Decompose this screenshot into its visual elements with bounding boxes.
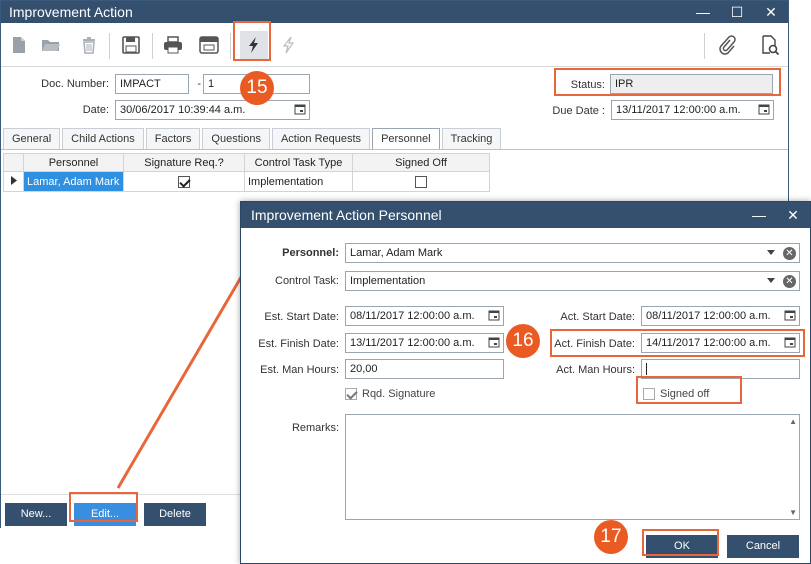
act-start-date-field[interactable]: 08/11/2017 12:00:00 a.m. xyxy=(641,306,800,326)
personnel-dropdown[interactable]: Lamar, Adam Mark ✕ xyxy=(345,243,800,263)
est-start-date-value: 08/11/2017 12:00:00 a.m. xyxy=(350,310,475,322)
clear-icon[interactable]: ✕ xyxy=(783,275,796,288)
dropdown-arrow-icon[interactable] xyxy=(767,278,775,283)
personnel-value: Lamar, Adam Mark xyxy=(350,247,443,259)
rqd-signature-label: Rqd. Signature xyxy=(362,388,436,400)
dialog-minimize-button[interactable]: — xyxy=(742,207,776,223)
calendar-icon[interactable] xyxy=(488,309,500,321)
est-start-date-field[interactable]: 08/11/2017 12:00:00 a.m. xyxy=(345,306,504,326)
step-badge-15: 15 xyxy=(240,71,274,105)
control-task-dropdown[interactable]: Implementation ✕ xyxy=(345,271,800,291)
cancel-button[interactable]: Cancel xyxy=(727,535,799,558)
est-man-hours-label: Est. Man Hours: xyxy=(260,364,339,376)
est-start-date-label: Est. Start Date: xyxy=(264,311,339,323)
highlight-signed-off xyxy=(636,376,742,404)
remarks-label: Remarks: xyxy=(291,422,339,434)
calendar-icon[interactable] xyxy=(784,309,796,321)
est-finish-date-field[interactable]: 13/11/2017 12:00:00 a.m. xyxy=(345,333,504,353)
act-man-hours-label: Act. Man Hours: xyxy=(556,364,635,376)
control-task-value: Implementation xyxy=(350,275,426,287)
personnel-label: Personnel: xyxy=(282,247,339,259)
calendar-icon[interactable] xyxy=(488,336,500,348)
act-start-date-value: 08/11/2017 12:00:00 a.m. xyxy=(646,310,771,322)
dropdown-arrow-icon[interactable] xyxy=(767,250,775,255)
scroll-down-icon[interactable]: ▼ xyxy=(789,508,797,517)
dialog-titlebar: Improvement Action Personnel — ✕ xyxy=(241,202,810,228)
clear-icon[interactable]: ✕ xyxy=(783,247,796,260)
control-task-label: Control Task: xyxy=(275,275,339,287)
highlight-act-finish-date xyxy=(550,329,805,357)
dialog-close-button[interactable]: ✕ xyxy=(776,207,810,224)
step-badge-17: 17 xyxy=(594,520,628,554)
highlight-ok-button xyxy=(642,529,719,556)
est-finish-date-value: 13/11/2017 12:00:00 a.m. xyxy=(350,337,475,349)
step-badge-16: 16 xyxy=(506,324,540,358)
rqd-signature-row: Rqd. Signature xyxy=(345,388,435,400)
est-finish-date-label: Est. Finish Date: xyxy=(258,338,339,350)
remarks-textarea[interactable]: ▲ ▼ xyxy=(345,414,800,520)
scroll-up-icon[interactable]: ▲ xyxy=(789,417,797,426)
dialog-title: Improvement Action Personnel xyxy=(251,207,442,223)
est-man-hours-field[interactable]: 20,00 xyxy=(345,359,504,379)
text-cursor xyxy=(646,363,647,375)
rqd-signature-checkbox[interactable] xyxy=(345,388,357,400)
act-start-date-label: Act. Start Date: xyxy=(560,311,635,323)
